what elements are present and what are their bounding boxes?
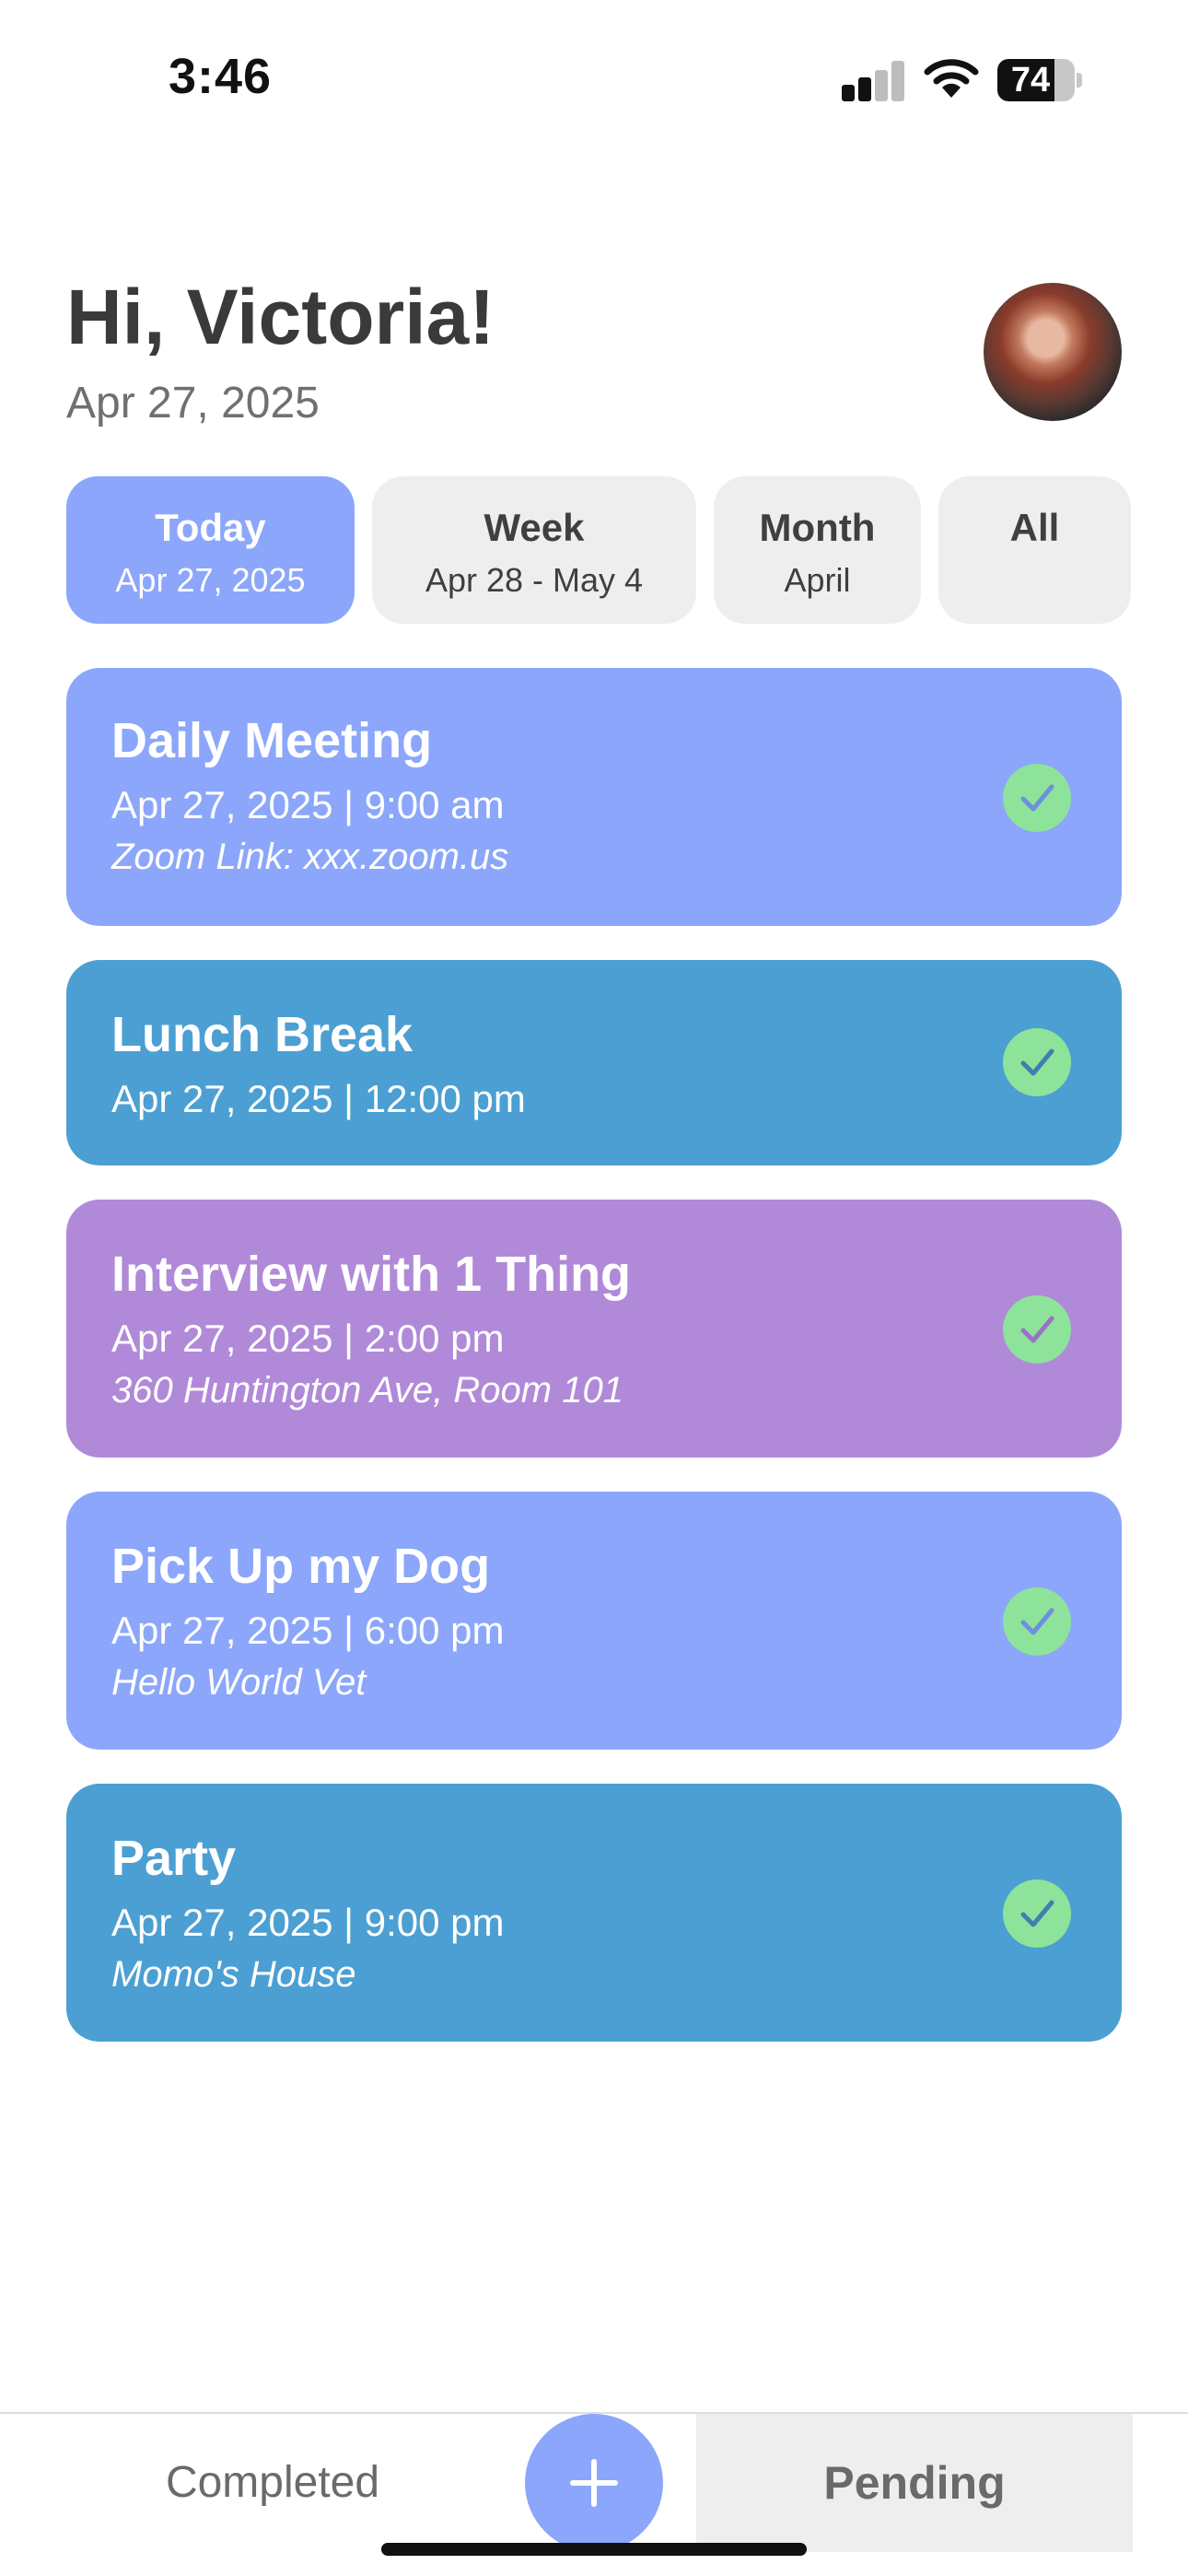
tab-label: Week [483, 506, 585, 549]
task-card[interactable]: Lunch Break Apr 27, 2025 | 12:00 pm [66, 960, 1122, 1165]
completed-tab[interactable]: Completed [0, 2414, 545, 2552]
cellular-signal-icon [842, 61, 906, 101]
task-card[interactable]: Daily Meeting Apr 27, 2025 | 9:00 am Zoo… [66, 668, 1122, 926]
task-card[interactable]: Interview with 1 Thing Apr 27, 2025 | 2:… [66, 1200, 1122, 1458]
task-card[interactable]: Pick Up my Dog Apr 27, 2025 | 6:00 pm He… [66, 1492, 1122, 1750]
check-circle-icon[interactable] [1003, 1028, 1071, 1096]
wifi-icon [924, 57, 979, 100]
task-title: Party [111, 1831, 237, 1886]
battery-level: 74 [1010, 61, 1051, 100]
tab-label: All [1009, 506, 1060, 549]
add-task-button[interactable] [525, 2414, 663, 2552]
check-circle-icon[interactable] [1003, 1879, 1071, 1948]
tab-sublabel: Apr 27, 2025 [115, 561, 306, 599]
task-location: Zoom Link: xxx.zoom.us [111, 837, 509, 877]
tab-sublabel: Apr 28 - May 4 [425, 561, 644, 599]
tab-month[interactable]: Month April [714, 476, 921, 624]
status-time: 3:46 [169, 49, 273, 104]
tab-week[interactable]: Week Apr 28 - May 4 [372, 476, 696, 624]
tab-label: Month [759, 506, 876, 549]
tab-today[interactable]: Today Apr 27, 2025 [66, 476, 355, 624]
header-date: Apr 27, 2025 [66, 379, 320, 427]
greeting-title: Hi, Victoria! [66, 274, 495, 360]
check-circle-icon[interactable] [1003, 764, 1071, 832]
task-location: 360 Huntington Ave, Room 101 [111, 1370, 623, 1411]
check-circle-icon[interactable] [1003, 1587, 1071, 1656]
task-title: Interview with 1 Thing [111, 1247, 632, 1302]
task-location: Momo's House [111, 1954, 356, 1995]
task-location: Hello World Vet [111, 1662, 367, 1703]
task-datetime: Apr 27, 2025 | 12:00 pm [111, 1077, 526, 1120]
task-title: Daily Meeting [111, 713, 433, 768]
tab-sublabel: April [784, 561, 851, 599]
task-title: Lunch Break [111, 1007, 413, 1062]
tab-label: Today [155, 506, 266, 549]
home-indicator [381, 2543, 807, 2556]
tab-all[interactable]: All [938, 476, 1131, 624]
task-title: Pick Up my Dog [111, 1539, 491, 1594]
avatar[interactable] [984, 283, 1122, 421]
task-datetime: Apr 27, 2025 | 9:00 am [111, 783, 505, 826]
battery-icon: 74 [997, 59, 1082, 101]
task-datetime: Apr 27, 2025 | 6:00 pm [111, 1609, 505, 1652]
pending-tab[interactable]: Pending [696, 2414, 1133, 2552]
task-datetime: Apr 27, 2025 | 9:00 pm [111, 1901, 505, 1944]
task-card[interactable]: Party Apr 27, 2025 | 9:00 pm Momo's Hous… [66, 1784, 1122, 2042]
task-datetime: Apr 27, 2025 | 2:00 pm [111, 1317, 505, 1360]
check-circle-icon[interactable] [1003, 1295, 1071, 1364]
